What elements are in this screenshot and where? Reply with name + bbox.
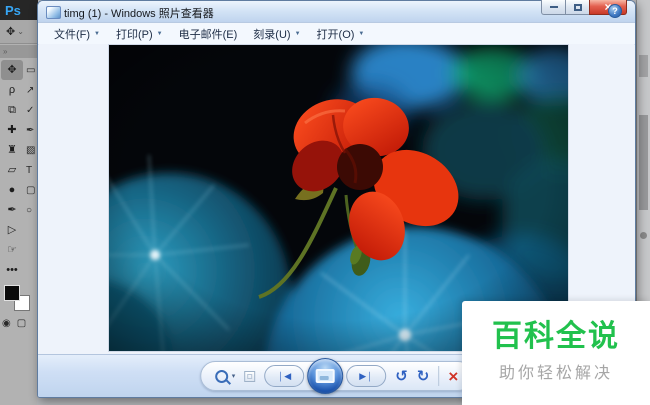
actual-size-button[interactable] [244,370,256,382]
healing-brush-tool-button[interactable]: ✚ [1,120,23,140]
tool-column-1: ✥ ρ ⧉ ✚ ♜ ▱ ● ✒ ▷ ☞ ••• [1,60,26,280]
menu-bar: 文件(F) ▼ 打印(P) ▼ 电子邮件(E) 刻录(U) ▼ 打开(O) ▼ [38,23,635,45]
photoshop-options-bar: ✥ ⌄ [0,20,38,44]
menu-open[interactable]: 打开(O) ▼ [309,24,373,44]
screen: Ps ✥ ⌄ » ✥ ρ ⧉ ✚ ♜ ▱ ● ✒ ▷ ☞ ••• ▭ ↗ ✓ ✒… [0,0,650,405]
maximize-button[interactable] [565,0,590,15]
menu-print-label: 打印(P) [116,28,153,41]
menu-burn[interactable]: 刻录(U) ▼ [245,24,308,44]
more-tools-button[interactable]: ••• [1,260,23,280]
foreground-color-swatch[interactable] [4,285,20,301]
menu-file-label: 文件(F) [54,28,91,41]
path-select-tool-button[interactable]: ▷ [1,220,23,240]
quick-mask-icon[interactable]: ◉ [2,318,11,329]
bar-icon: │ [367,371,373,381]
photoshop-toolbar: Ps ✥ ⌄ » ✥ ρ ⧉ ✚ ♜ ▱ ● ✒ ▷ ☞ ••• ▭ ↗ ✓ ✒… [0,0,38,405]
next-button[interactable]: ▶ │ [346,365,387,387]
delete-button[interactable]: × [448,368,458,385]
menu-file[interactable]: 文件(F) ▼ [46,24,108,44]
bar-icon: │ [278,371,284,381]
menu-email-label: 电子邮件(E) [178,28,238,41]
tool-panel-header: » [0,45,38,58]
slideshow-button[interactable] [307,358,344,394]
viewer-toolbar: ▾ │ ◀ ▶ │ ↺ ↻ × [199,358,474,394]
move-tool-button[interactable]: ✥ [1,60,23,80]
screen-mode-icon[interactable]: ▢ [17,318,26,329]
maximize-icon [573,3,582,11]
previous-icon: ◀ [284,370,292,381]
magnifier-icon [214,369,228,383]
chevron-down-icon: ▼ [94,30,100,37]
dock-panel-icon[interactable] [639,55,648,77]
clone-stamp-tool-button[interactable]: ♜ [1,140,23,160]
chevron-down-icon: ⌄ [17,27,24,36]
dock-knob[interactable] [640,232,647,239]
title-bar[interactable]: timg (1) - Windows 照片查看器 × [38,0,635,23]
move-tool-icon: ✥ [6,26,16,38]
minimize-icon [549,6,558,8]
watermark-title: 百科全说 [492,320,620,353]
toolbar-divider [438,366,440,386]
panel-collapse-icon: » [3,47,8,56]
toolbar-bottom-icons: ◉ ▢ [2,318,26,329]
chevron-down-icon: ▼ [294,30,301,37]
previous-button[interactable]: │ ◀ [264,365,305,387]
color-swatches[interactable] [4,285,32,311]
help-button[interactable]: ? [608,4,622,18]
photoshop-logo: Ps [5,2,21,18]
minimize-button[interactable] [541,0,566,15]
pen-tool-button[interactable]: ✒ [1,200,23,220]
next-icon: ▶ [359,370,367,381]
dock-scrollbar[interactable] [639,115,648,210]
crop-tool-button[interactable]: ⧉ [1,100,23,120]
menu-open-label: 打开(O) [316,28,355,41]
slideshow-icon [315,369,335,383]
watermark-subtitle: 助你轻松解决 [498,365,613,382]
chevron-down-icon: ▼ [358,30,365,37]
lasso-tool-button[interactable]: ρ [1,80,23,100]
help-icon: ? [612,6,618,16]
window-title: timg (1) - Windows 照片查看器 [64,8,214,20]
eraser-tool-button[interactable]: ▱ [1,160,23,180]
rotate-counterclockwise-button[interactable]: ↺ [395,369,408,384]
hand-tool-button[interactable]: ☞ [1,240,23,260]
blur-tool-button[interactable]: ● [1,180,23,200]
rotate-clockwise-button[interactable]: ↻ [417,369,430,384]
app-image-icon [46,6,61,19]
photoshop-appbar: Ps [0,0,38,20]
zoom-button[interactable]: ▾ [214,369,236,383]
menu-email[interactable]: 电子邮件(E) [171,24,246,44]
chevron-down-icon: ▾ [231,373,236,380]
watermark-panel: 百科全说 助你轻松解决 [462,301,650,405]
menu-print[interactable]: 打印(P) ▼ [108,24,171,44]
chevron-down-icon: ▼ [156,30,163,37]
menu-burn-label: 刻录(U) [253,28,291,41]
